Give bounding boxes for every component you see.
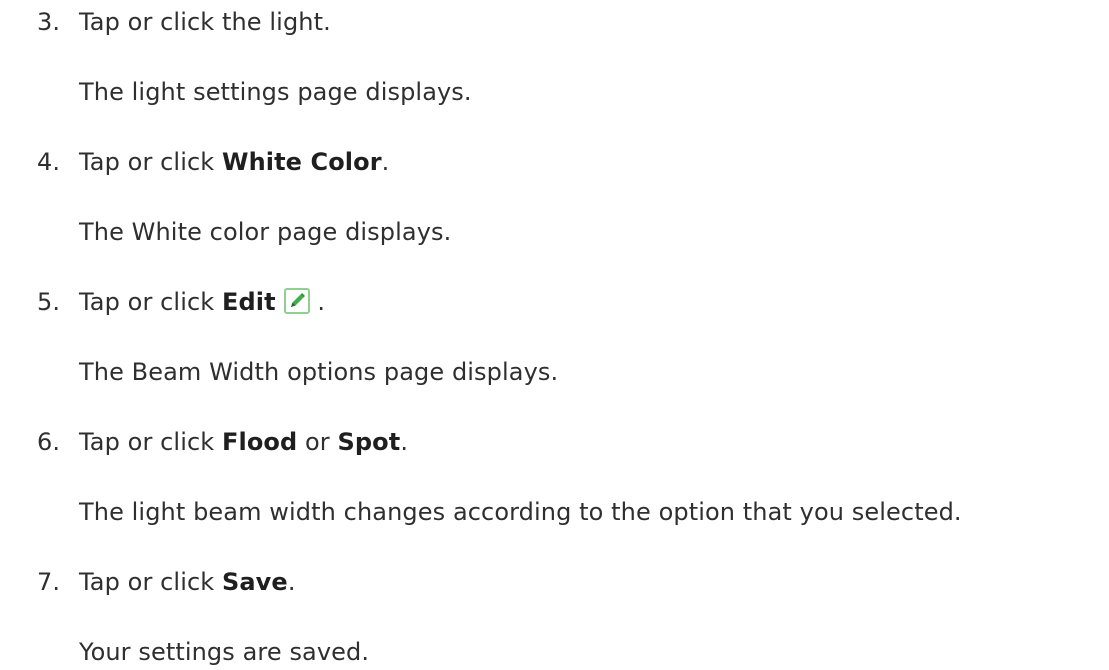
step-suffix: .	[287, 568, 296, 596]
step-prefix: Tap or click	[79, 428, 222, 456]
save-label: Save	[222, 568, 288, 596]
step-3-result: The light settings page displays.	[79, 78, 472, 106]
step-6: 6. Tap or click Flood or Spot.	[37, 426, 408, 458]
step-3: 3. Tap or click the light.	[37, 6, 331, 38]
step-5-result: The Beam Width options page displays.	[79, 358, 559, 386]
step-suffix: .	[309, 288, 326, 316]
step-connector: or	[297, 428, 338, 456]
step-number: 4.	[37, 148, 61, 176]
flood-label: Flood	[222, 428, 298, 456]
step-4: 4. Tap or click White Color.	[37, 146, 389, 178]
step-4-result: The White color page displays.	[79, 218, 452, 246]
step-number: 5.	[37, 288, 61, 316]
step-suffix: .	[400, 428, 409, 456]
edit-label: Edit	[222, 288, 276, 316]
step-7-result: Your settings are saved.	[79, 638, 370, 666]
step-number: 3.	[37, 8, 61, 36]
step-suffix: .	[381, 148, 390, 176]
step-prefix: Tap or click	[79, 148, 222, 176]
step-prefix: Tap or click	[79, 288, 222, 316]
instruction-steps: 3. Tap or click the light. The light sett…	[0, 0, 1109, 670]
step-instruction: Tap or click the light.	[79, 8, 331, 36]
white-color-label: White Color	[222, 148, 382, 176]
step-number: 6.	[37, 428, 61, 456]
edit-pencil-icon	[283, 288, 310, 314]
step-7: 7. Tap or click Save.	[37, 566, 296, 598]
step-number: 7.	[37, 568, 61, 596]
step-prefix: Tap or click	[79, 568, 222, 596]
spot-label: Spot	[337, 428, 401, 456]
step-6-result: The light beam width changes according t…	[79, 498, 962, 526]
step-5: 5. Tap or click Edit .	[37, 286, 325, 318]
